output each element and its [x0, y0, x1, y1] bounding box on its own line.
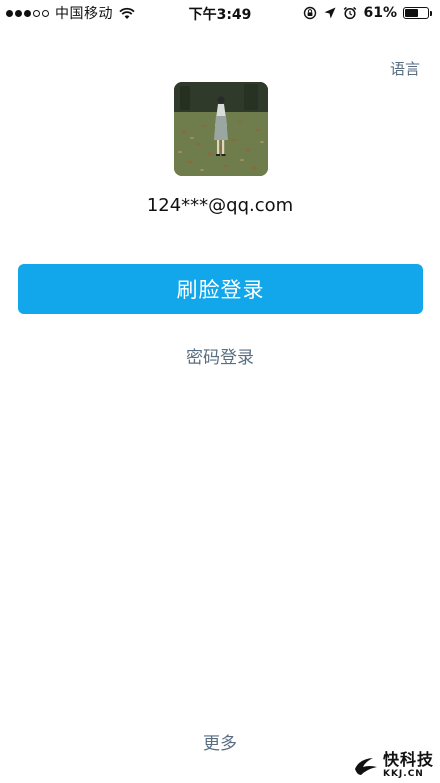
avatar-photo	[174, 82, 268, 176]
more-options-link[interactable]: 更多	[0, 729, 440, 754]
login-screen: 中国移动 下午3:49 61% 语言 124***@qq.com 刷脸登录 密码…	[0, 0, 440, 783]
battery-percentage: 61%	[363, 5, 397, 21]
status-right: 61%	[303, 4, 432, 22]
orientation-lock-icon	[304, 6, 317, 20]
language-link[interactable]: 语言	[390, 58, 420, 79]
watermark-brand-en: KKJ.CN	[382, 769, 424, 779]
watermark-brand-cn: 快科技	[382, 750, 434, 769]
account-name: 124***@qq.com	[146, 195, 294, 216]
alarm-icon	[344, 6, 357, 20]
watermark: 快科技 KKJ.CN	[353, 752, 434, 779]
location-arrow-icon	[324, 7, 336, 19]
status-bar: 中国移动 下午3:49 61%	[0, 0, 440, 26]
battery-level-fill	[405, 9, 419, 17]
avatar	[174, 82, 268, 176]
battery-icon	[403, 7, 432, 19]
password-login-link[interactable]: 密码登录	[0, 343, 440, 368]
kkj-logo-icon	[354, 757, 377, 775]
face-login-button[interactable]: 刷脸登录	[18, 264, 423, 314]
